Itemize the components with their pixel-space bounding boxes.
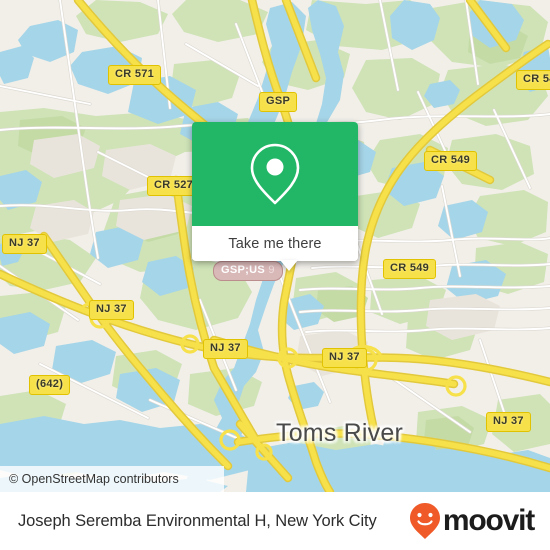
road-shield-cr-642[interactable]: (642) [29,375,71,395]
road-shield-gsp-north[interactable]: GSP [259,92,298,112]
road-shield-cr-549-northeast[interactable]: CR 549 [516,70,550,90]
popup-cta-label: Take me there [228,235,322,252]
road-shield-gsp-us-9[interactable]: GSP;US 9 [213,261,283,281]
road-shield-nj-37-east[interactable]: NJ 37 [322,348,367,368]
moovit-wordmark: moovit [442,504,535,537]
road-shield-nj-37-west[interactable]: NJ 37 [2,234,47,254]
road-shield-nj-37-southeast[interactable]: NJ 37 [486,412,531,432]
location-popup-card[interactable]: Take me there [192,122,358,271]
place-label-toms-river: Toms River [276,419,404,447]
popup-cta-footer[interactable]: Take me there [192,226,358,271]
moovit-brand[interactable]: moovit [409,502,535,540]
moovit-pin-icon [409,503,440,539]
road-shield-nj-37-center[interactable]: NJ 37 [203,339,248,359]
road-shield-gsp-us-9-label: GSP;US [221,264,265,276]
location-title: Joseph Seremba Environmental H, New York… [18,511,377,530]
map-canvas[interactable]: Toms River CR 571 GSP CR 549 CR 549 CR 5… [0,0,550,492]
road-shield-cr-571[interactable]: CR 571 [108,65,162,85]
road-shield-nj-37-northwest[interactable]: NJ 37 [89,300,134,320]
popup-pointer-tail [280,260,298,271]
map-attribution: © OpenStreetMap contributors [0,466,224,492]
road-shield-cr-549-east[interactable]: CR 549 [424,151,478,171]
popup-image-placeholder [192,122,358,226]
road-shield-cr-549-southeast[interactable]: CR 549 [383,259,437,279]
map-pin-icon [250,143,300,205]
map-attribution-text: © OpenStreetMap contributors [9,472,179,486]
road-shield-gsp-us-9-sublabel: 9 [268,264,275,276]
bottom-info-bar: Joseph Seremba Environmental H, New York… [0,492,550,550]
map-screenshot: Toms River CR 571 GSP CR 549 CR 549 CR 5… [0,0,550,550]
